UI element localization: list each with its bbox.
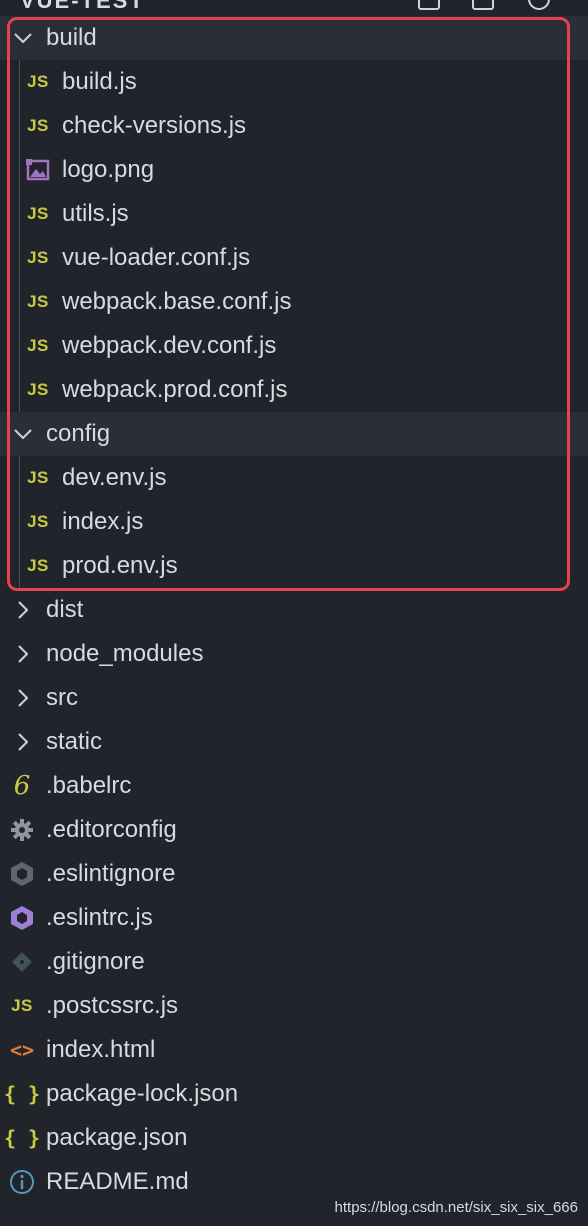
js-icon: JS <box>27 204 49 223</box>
file-name: .gitignore <box>46 948 145 975</box>
workspace-title: VUE-TEST <box>20 0 145 13</box>
folder-label: config <box>46 420 111 447</box>
js-icon: JS <box>27 512 49 531</box>
file-name: vue-loader.conf.js <box>62 244 251 271</box>
js-icon: JS <box>27 72 49 91</box>
chevron-down-icon <box>10 16 38 60</box>
chevron-right-icon <box>10 720 38 764</box>
config-children: JS dev.env.js JS index.js JS prod.env.js <box>0 456 588 588</box>
file-name: package-lock.json <box>46 1080 239 1107</box>
file-name: logo.png <box>62 156 155 183</box>
file-row[interactable]: logo.png <box>0 148 588 192</box>
file-name: prod.env.js <box>62 552 178 579</box>
folder-config[interactable]: config <box>0 412 588 456</box>
file-name: .eslintrc.js <box>46 904 153 931</box>
file-row[interactable]: JS .postcssrc.js <box>0 984 588 1028</box>
file-row[interactable]: <> index.html <box>0 1028 588 1072</box>
js-icon: JS <box>27 556 49 575</box>
file-row[interactable]: JS webpack.prod.conf.js <box>0 368 588 412</box>
file-name: dev.env.js <box>62 464 167 491</box>
file-name: webpack.prod.conf.js <box>62 376 288 403</box>
eslint-grey-icon <box>8 852 36 896</box>
file-name: .eslintignore <box>46 860 176 887</box>
chevron-right-icon <box>10 632 38 676</box>
file-row[interactable]: JS vue-loader.conf.js <box>0 236 588 280</box>
babel-icon: 6 <box>13 771 31 801</box>
collapsed-folders: dist node_modulessrc static <box>0 588 588 764</box>
file-row[interactable]: JS check-versions.js <box>0 104 588 148</box>
chevron-down-icon <box>10 412 38 456</box>
info-icon <box>8 1160 36 1204</box>
file-row[interactable]: 6 .babelrc <box>0 764 588 808</box>
folder-build[interactable]: build <box>0 16 588 60</box>
file-name: utils.js <box>62 200 129 227</box>
explorer-header: VUE-TEST <box>0 0 588 14</box>
file-row[interactable]: .editorconfig <box>0 808 588 852</box>
chevron-right-icon <box>10 676 38 720</box>
file-name: build.js <box>62 68 137 95</box>
js-icon: JS <box>27 248 49 267</box>
folder-label: build <box>46 24 97 51</box>
file-tree: build JS build.js JS check-versions.js logo.… <box>0 16 588 1204</box>
js-icon: JS <box>27 336 49 355</box>
folder-label: src <box>46 684 78 711</box>
html-icon: <> <box>9 1038 35 1062</box>
image-icon <box>24 148 52 192</box>
build-children: JS build.js JS check-versions.js logo.png JS u… <box>0 60 588 412</box>
folder-label: dist <box>46 596 84 623</box>
new-file-icon[interactable] <box>418 0 440 10</box>
file-name: index.js <box>62 508 144 535</box>
file-name: .postcssrc.js <box>46 992 179 1019</box>
root-files: 6 .babelrc .editorconfig .eslintignore .esli… <box>0 764 588 1204</box>
json-icon: { } <box>3 1126 41 1150</box>
file-row[interactable]: JS webpack.base.conf.js <box>0 280 588 324</box>
watermark: https://blog.csdn.net/six_six_six_666 <box>334 1199 578 1216</box>
folder-dist[interactable]: dist <box>0 588 588 632</box>
file-name: webpack.base.conf.js <box>62 288 292 315</box>
file-row[interactable]: { } package.json <box>0 1116 588 1160</box>
file-row[interactable]: JS index.js <box>0 500 588 544</box>
folder-static[interactable]: static <box>0 720 588 764</box>
js-icon: JS <box>27 468 49 487</box>
js-icon: JS <box>11 996 33 1015</box>
folder-src[interactable]: src <box>0 676 588 720</box>
file-row[interactable]: .eslintrc.js <box>0 896 588 940</box>
js-icon: JS <box>27 292 49 311</box>
file-name: .editorconfig <box>46 816 177 843</box>
file-row[interactable]: JS dev.env.js <box>0 456 588 500</box>
gear-icon <box>8 808 36 852</box>
file-row[interactable]: .gitignore <box>0 940 588 984</box>
folder-node-modules[interactable]: node_modules <box>0 632 588 676</box>
file-name: check-versions.js <box>62 112 247 139</box>
eslint-purple-icon <box>8 896 36 940</box>
file-name: package.json <box>46 1124 188 1151</box>
chevron-right-icon <box>10 588 38 632</box>
file-row[interactable]: README.md <box>0 1160 588 1204</box>
folder-label: node_modules <box>46 640 204 667</box>
file-name: README.md <box>46 1168 189 1195</box>
git-icon <box>8 940 36 984</box>
js-icon: JS <box>27 380 49 399</box>
file-name: .babelrc <box>46 772 132 799</box>
new-folder-icon[interactable] <box>472 0 494 10</box>
file-name: webpack.dev.conf.js <box>62 332 277 359</box>
js-icon: JS <box>27 116 49 135</box>
file-row[interactable]: { } package-lock.json <box>0 1072 588 1116</box>
file-row[interactable]: JS build.js <box>0 60 588 104</box>
file-row[interactable]: JS prod.env.js <box>0 544 588 588</box>
folder-label: static <box>46 728 103 755</box>
refresh-icon[interactable] <box>528 0 550 10</box>
json-icon: { } <box>3 1082 41 1106</box>
file-row[interactable]: JS webpack.dev.conf.js <box>0 324 588 368</box>
file-row[interactable]: .eslintignore <box>0 852 588 896</box>
file-row[interactable]: JS utils.js <box>0 192 588 236</box>
file-name: index.html <box>46 1036 156 1063</box>
